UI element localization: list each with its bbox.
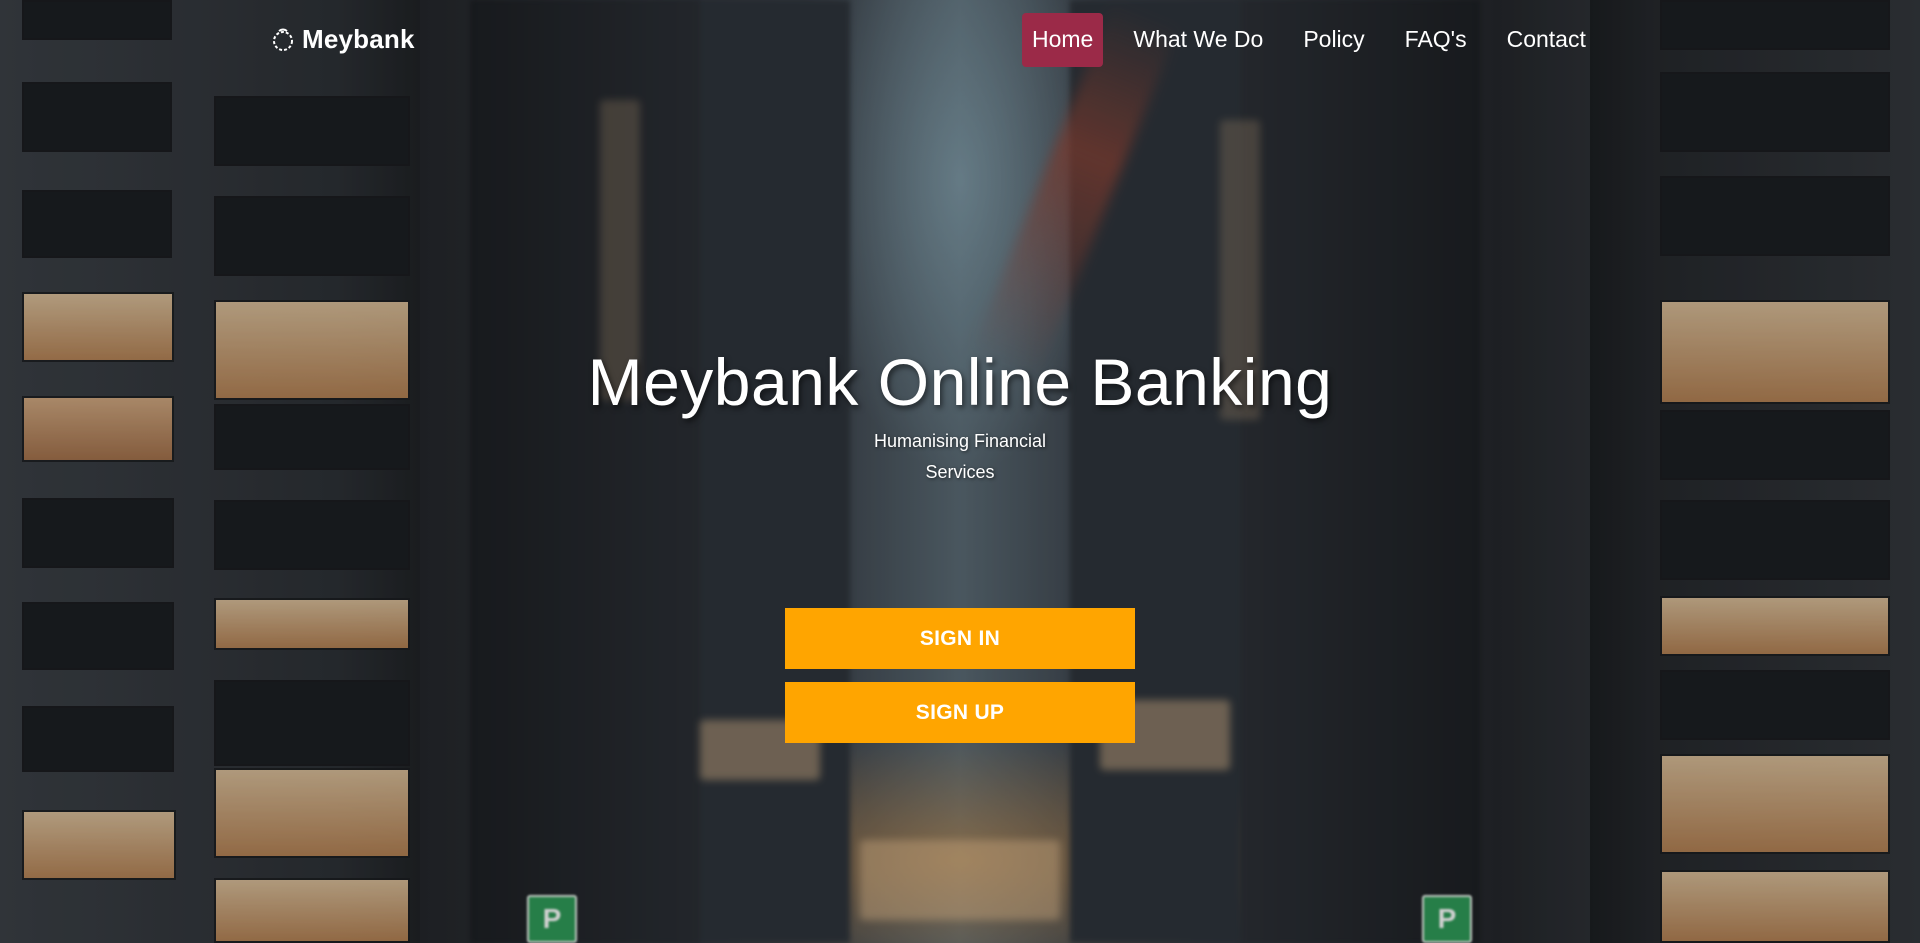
nav-item-faqs[interactable]: FAQ's	[1395, 13, 1477, 67]
hero-title: Meybank Online Banking	[587, 345, 1333, 419]
sign-up-button[interactable]: SIGN UP	[785, 682, 1135, 743]
sign-in-button[interactable]: SIGN IN	[785, 608, 1135, 669]
hero-subtitle: Humanising Financial Services	[873, 431, 1047, 482]
wreath-logo-icon	[270, 27, 296, 53]
nav-item-policy[interactable]: Policy	[1293, 13, 1374, 67]
brand-name: Meybank	[302, 24, 415, 54]
nav-item-contact[interactable]: Contact	[1497, 13, 1596, 67]
hero-section: Meybank Online Banking Humanising Financ…	[0, 344, 1920, 488]
brand-logo-link[interactable]: Meybank	[270, 24, 415, 55]
nav-item-home[interactable]: Home	[1022, 13, 1104, 67]
main-nav: Home What We Do Policy FAQ's Contact	[1022, 13, 1596, 67]
nav-item-what-we-do[interactable]: What We Do	[1123, 13, 1273, 67]
site-header: Meybank Home What We Do Policy FAQ's Con…	[0, 0, 1920, 84]
